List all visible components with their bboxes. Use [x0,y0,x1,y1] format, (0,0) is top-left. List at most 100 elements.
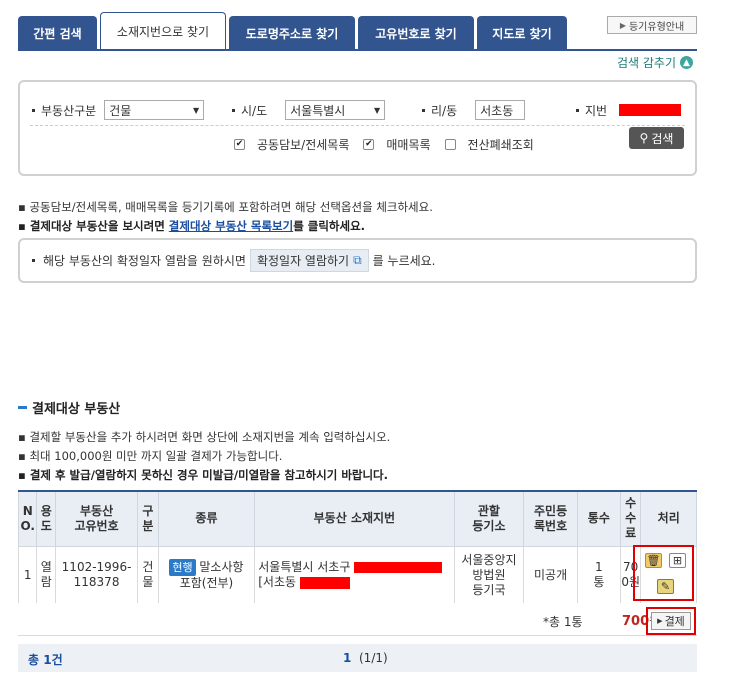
tab-by-map[interactable]: 지도로 찾기 [477,16,567,50]
hide-search-toggle[interactable]: 검색 감추기 ▲ [617,54,694,71]
search-panel: 부동산구분 건물 ▼ 시/도 서울특별시 ▼ 리/동 서초동 지번 ⚲ 검색 ✔ [18,80,697,176]
pay-button[interactable]: ▶ 결제 [651,612,691,630]
note-line: ▪ 최대 100,000원 미만 까지 일괄 결제가 가능합니다. [18,449,283,463]
search-button[interactable]: ⚲ 검색 [629,127,684,149]
title-bar-icon [18,406,27,409]
note-text: 공동담보/전세목록, 매매목록을 등기기록에 포함하려면 해당 선택옵션을 체크… [29,200,433,214]
checkbox-checked[interactable]: ✔ [234,139,245,150]
redaction-block [299,576,350,589]
note-text: 결제대상 부동산을 보시려면 [29,219,169,233]
sido-select[interactable]: 서울특별시 ▼ [285,100,386,120]
cell-resident: 미공개 [523,545,578,605]
pay-button-label: 결제 [664,615,685,628]
tab-by-jibun[interactable]: 소재지번으로 찾기 [100,12,226,50]
sido-label: 시/도 [241,103,268,118]
property-type-select[interactable]: 건물 ▼ [104,100,205,120]
note-line: ▪ 결제대상 부동산을 보시려면 결제대상 부동산 목록보기를 클릭하세요. [18,219,366,233]
cell-use: 열람 [36,545,56,605]
chevron-down-icon: ▼ [373,105,381,115]
arrow-right-icon: ▶ [657,617,663,625]
col-header-action: 처리 [640,490,697,547]
cell-no: 1 [17,545,38,605]
option-checkboxes: ✔ 공동담보/전세목록 ✔ 매매목록 전산폐쇄조회 [234,136,548,153]
ri-dong-field: 리/동 서초동 [422,100,526,120]
current-badge: 현행 [169,559,196,576]
address-line-1: 서울특별시 서초구 [258,560,453,575]
redaction-block [354,562,443,573]
checkbox-checked[interactable]: ✔ [363,139,375,150]
cell-unique-id: 1102-1996- 118378 [54,545,139,605]
pagination: 1 (1/1) [343,651,388,665]
chevron-down-icon: ▼ [193,105,200,115]
checkbox-closed-records[interactable]: 전산폐쇄조회 [444,136,534,153]
col-header-resident: 주민등 록번호 [523,490,578,547]
cell-type: 현행 말소사항 포함(전부) [157,545,256,605]
tab-by-road-address[interactable]: 도로명주소로 찾기 [229,16,355,50]
pay-button-highlight: ▶ 결제 [646,607,696,635]
col-header-fee: 수수료 [619,490,642,547]
edit-icon[interactable]: ✎ [657,579,674,594]
bullet-icon [422,108,425,112]
search-tabs: 간편 검색 소재지번으로 찾기 도로명주소로 찾기 고유번호로 찾기 지도로 찾… [18,12,570,50]
confirm-date-button-label: 확정일자 열람하기 [256,254,350,268]
tab-simple-search[interactable]: 간편 검색 [18,16,97,50]
cell-office: 서울중앙지 방법원 등기국 [453,545,525,605]
page-info: (1/1) [359,651,388,665]
folder-add-icon[interactable]: ⊞ [669,553,686,568]
cell-copies: 1통 [576,545,621,605]
registry-type-guide-button[interactable]: ▶ 등기유형안내 [607,16,697,34]
checkbox-label: 매매목록 [386,138,431,152]
col-header-type: 종류 [157,490,256,547]
divider [30,125,685,126]
payment-notes: ▪ 결제할 부동산을 추가 하시려면 화면 상단에 소재지번을 계속 입력하십시… [18,428,390,485]
col-header-unique-id: 부동산 고유번호 [54,490,139,547]
section-title: 결제대상 부동산 [18,398,120,417]
checkbox-joint-collateral[interactable]: ✔ 공동담보/전세목록 [234,136,349,153]
col-header-kind: 구분 [137,490,159,547]
jibun-input[interactable] [619,100,682,120]
note-line: ▪ 공동담보/전세목록, 매매목록을 등기기록에 포함하려면 해당 선택옵션을 … [18,200,433,214]
trash-icon[interactable]: 🗑 [645,553,662,568]
hide-search-label: 검색 감추기 [617,56,677,70]
guide-button-label: 등기유형안내 [628,21,685,33]
tab-underline [18,49,697,51]
page-current[interactable]: 1 [343,651,351,665]
col-header-use: 용도 [36,490,56,547]
ri-dong-value: 서초동 [480,103,514,118]
note-text: 결제 후 발급/열람하지 못하신 경우 미발급/미열람을 참고하시기 바랍니다. [29,468,389,482]
col-header-no: N O. [17,490,38,547]
property-type-value: 건물 [109,103,132,118]
payment-target-table: N O. 용도 부동산 고유번호 구분 종류 부동산 소재지번 관할 등기소 주민등 록… [17,490,697,605]
total-items-count: 총 1건 [28,653,63,667]
ri-dong-input[interactable]: 서초동 [475,100,526,120]
note-line: ▪ 결제할 부동산을 추가 하시려면 화면 상단에 소재지번을 계속 입력하십시… [18,430,391,444]
address-line-2: [서초동 [258,575,453,590]
confirm-date-info-box: 해당 부동산의 확정일자 열람을 원하시면 확정일자 열람하기 ⧉ 를 누르세요… [18,238,697,283]
search-notes: ▪ 공동담보/전세목록, 매매목록을 등기기록에 포함하려면 해당 선택옵션을 … [18,198,433,236]
property-type-label: 부동산구분 [41,103,97,118]
confirm-date-view-button[interactable]: 확정일자 열람하기 ⧉ [249,249,369,272]
checkbox-unchecked[interactable] [444,139,456,150]
total-count: *총 1통 [543,615,583,629]
redaction-block [619,104,682,116]
info-text: 를 누르세요. [372,254,436,268]
search-button-label: 검색 [651,131,674,146]
bullet-icon [232,108,235,112]
jibun-field: 지번 [576,100,682,120]
checkbox-sales-list[interactable]: ✔ 매매목록 [363,136,431,153]
payment-target-list-link[interactable]: 결제대상 부동산 목록보기 [169,219,293,233]
note-text: 최대 100,000원 미만 까지 일괄 결제가 가능합니다. [29,449,283,463]
col-header-copies: 통수 [576,490,621,547]
search-icon: ⚲ [639,131,649,145]
checkbox-label: 공동담보/전세목록 [257,138,350,152]
arrow-right-icon: ▶ [619,20,626,30]
col-header-address: 부동산 소재지번 [254,490,455,547]
total-row: *총 1통 700원 [18,603,697,636]
ri-dong-label: 리/동 [431,103,458,118]
action-icons-highlight: 🗑 ⊞ ✎ [633,545,694,601]
table-row: 1 열람 1102-1996- 118378 건물 현행 말소사항 포함(전부) 서… [17,545,697,605]
note-text: 결제할 부동산을 추가 하시려면 화면 상단에 소재지번을 계속 입력하십시오. [29,430,391,444]
note-text: 를 클릭하세요. [293,219,366,233]
tab-by-unique-number[interactable]: 고유번호로 찾기 [358,16,474,50]
property-type-field: 부동산구분 건물 ▼ [32,100,205,120]
